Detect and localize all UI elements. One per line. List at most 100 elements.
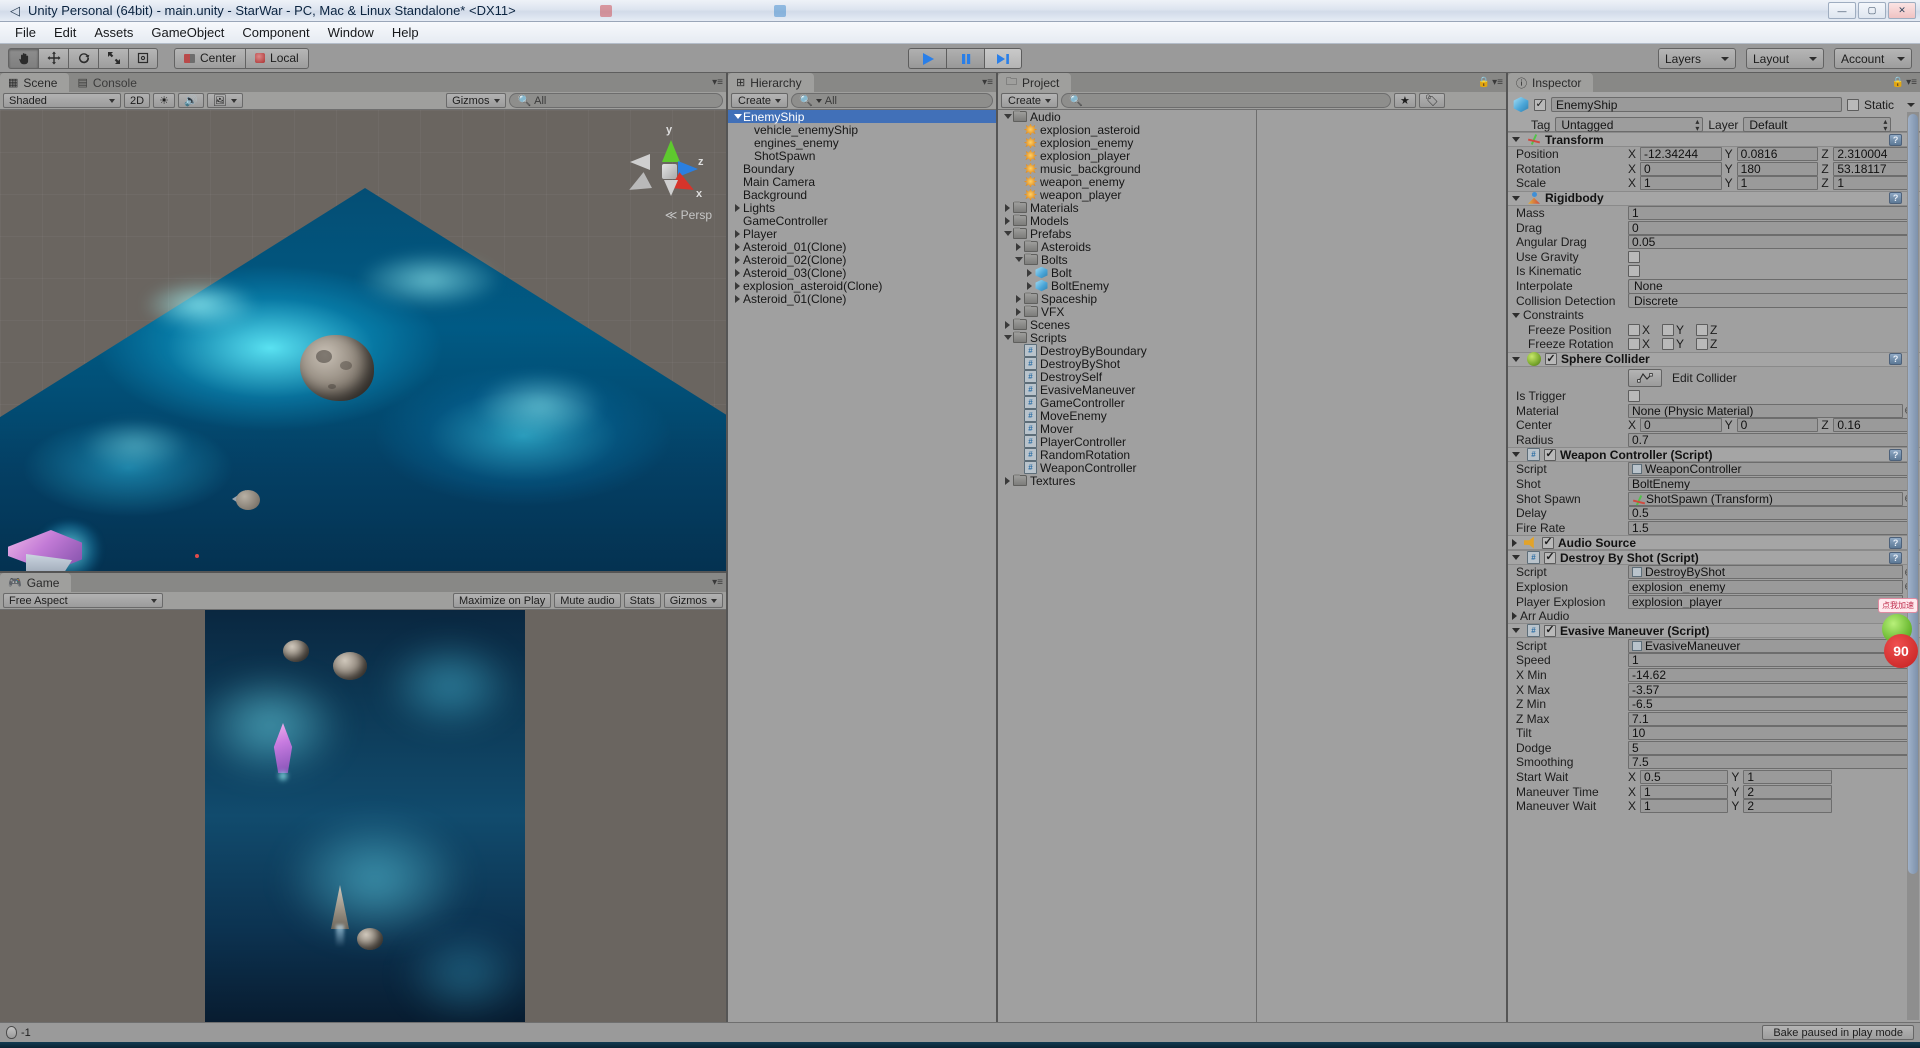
gizmo-neg-z-axis[interactable] (630, 154, 650, 170)
game-gizmos-dropdown[interactable]: Gizmos (663, 593, 723, 608)
use-gravity-checkbox[interactable] (1628, 250, 1640, 263)
freeze-position-y-checkbox[interactable] (1662, 323, 1675, 336)
project-item[interactable]: # DestroyByBoundary (998, 344, 1506, 358)
project-item[interactable]: # Mover (998, 422, 1506, 436)
edit-collider-button[interactable] (1628, 368, 1662, 387)
scene-small-asteroid[interactable] (236, 490, 260, 510)
project-item[interactable]: Spaceship (998, 292, 1506, 306)
collider-center-x-input[interactable]: 0 (1640, 418, 1722, 433)
bake-status-button[interactable]: Bake paused in play mode (1762, 1025, 1914, 1040)
collider-material-input[interactable]: None (Physic Material) (1628, 403, 1903, 418)
inspector-panel-menu-button[interactable]: 🔒 ▾≡ (1892, 77, 1917, 88)
stats-toggle[interactable]: Stats (623, 593, 661, 608)
hierarchy-item[interactable]: Asteroid_03(Clone) (728, 266, 996, 280)
collider-center-y-input[interactable]: 0 (1736, 418, 1819, 433)
collapse-arrow-icon[interactable] (1512, 195, 1520, 201)
project-item[interactable]: VFX (998, 305, 1506, 319)
expand-arrow-icon[interactable] (1002, 216, 1013, 225)
freeze-rotation-x-checkbox[interactable] (1628, 338, 1640, 351)
help-icon[interactable]: ? (1889, 551, 1903, 564)
chevron-down-icon[interactable] (1907, 102, 1915, 107)
expand-arrow-icon[interactable] (1512, 612, 1517, 621)
lock-icon[interactable]: 🔒 (1892, 77, 1904, 88)
scale-z-input[interactable]: 1 (1833, 176, 1916, 191)
em-maneuver-time-y-input[interactable]: 2 (1743, 784, 1832, 799)
window-controls[interactable]: — ▢ ✕ (1828, 2, 1916, 19)
rigidbody-constraints-row[interactable]: Constraints (1508, 308, 1920, 323)
weapon-shot-spawn-input[interactable]: ShotSpawn (Transform) (1628, 491, 1903, 506)
collision-detection-dropdown[interactable]: Discrete ▴▾ (1628, 293, 1915, 309)
collider-radius-input[interactable]: 0.7 (1628, 432, 1915, 447)
tab-scene[interactable]: ▦ Scene (0, 73, 70, 92)
project-item[interactable]: # WeaponController (998, 461, 1506, 475)
collapse-arrow-icon[interactable] (1002, 231, 1013, 236)
dbs-script-input[interactable]: DestroyByShot (1628, 565, 1903, 580)
tab-game[interactable]: 🎮 Game (0, 573, 72, 592)
hierarchy-item[interactable]: Asteroid_01(Clone) (728, 292, 996, 306)
help-icon[interactable]: ? (1889, 448, 1903, 461)
expand-arrow-icon[interactable] (1002, 203, 1013, 212)
step-button[interactable] (984, 48, 1022, 69)
mass-input[interactable]: 1 (1628, 206, 1915, 221)
hierarchy-search-input[interactable]: 🔍 All (791, 93, 993, 108)
em-dodge-input[interactable]: 5 (1628, 740, 1915, 755)
audio-source-component-header[interactable]: Audio Source ? ⚙ (1508, 535, 1920, 551)
em-maneuver-wait-y-input[interactable]: 2 (1743, 799, 1832, 814)
dbs-explosion-input[interactable]: explosion_enemy (1628, 579, 1903, 594)
scene-asteroid[interactable] (300, 335, 374, 401)
pivot-center-button[interactable]: Center (174, 47, 246, 69)
scene-lighting-toggle[interactable]: ☀ (153, 93, 175, 108)
gameobject-name-input[interactable]: EnemyShip (1551, 97, 1842, 112)
help-icon[interactable]: ? (1889, 192, 1903, 205)
freeze-position-z-checkbox[interactable] (1696, 323, 1709, 336)
scene-panel-menu-button[interactable]: ▾≡ (712, 77, 723, 88)
project-item[interactable]: weapon_enemy (998, 175, 1506, 189)
project-item[interactable]: Materials (998, 201, 1506, 215)
scene-fx-toggle[interactable]: 🖼 (206, 93, 243, 108)
hierarchy-item[interactable]: explosion_asteroid(Clone) (728, 279, 996, 293)
hierarchy-item[interactable]: Lights (728, 201, 996, 215)
project-item[interactable]: explosion_asteroid (998, 123, 1506, 137)
tab-hierarchy[interactable]: ⊞ Hierarchy (728, 73, 814, 92)
em-maneuver-time-x-input[interactable]: 1 (1640, 784, 1729, 799)
layout-dropdown[interactable]: Layout (1746, 48, 1824, 69)
rigidbody-component-header[interactable]: Rigidbody ? ⚙ (1508, 190, 1920, 206)
gameobject-active-checkbox[interactable] (1534, 98, 1546, 111)
hierarchy-item[interactable]: Asteroid_01(Clone) (728, 240, 996, 254)
angular-drag-input[interactable]: 0.05 (1628, 235, 1915, 250)
rotate-tool-button[interactable] (68, 47, 98, 69)
menu-gameobject[interactable]: GameObject (142, 23, 233, 42)
em-start-wait-y-input[interactable]: 1 (1743, 770, 1832, 785)
em-x-min-input[interactable]: -14.62 (1628, 667, 1915, 682)
position-y-input[interactable]: 0.0816 (1736, 147, 1819, 162)
em-script-input[interactable]: EvasiveManeuver (1628, 638, 1903, 653)
scene-2d-toggle[interactable]: 2D (124, 93, 151, 108)
project-item[interactable]: Textures (998, 474, 1506, 488)
project-item[interactable]: BoltEnemy (998, 279, 1506, 293)
menu-assets[interactable]: Assets (85, 23, 142, 42)
menu-window[interactable]: Window (319, 23, 383, 42)
scene-player-ship[interactable] (0, 514, 104, 571)
scene-viewport[interactable]: y z x ≪ Persp (0, 110, 726, 571)
scale-y-input[interactable]: 1 (1736, 176, 1819, 191)
close-button[interactable]: ✕ (1888, 2, 1916, 19)
is-kinematic-checkbox[interactable] (1628, 265, 1640, 278)
expand-arrow-icon[interactable] (732, 281, 743, 290)
project-item[interactable]: explosion_player (998, 149, 1506, 163)
tab-project[interactable]: 🗀 Project (998, 73, 1072, 92)
scale-tool-button[interactable] (98, 47, 128, 69)
inspector-scrollbar[interactable] (1907, 112, 1919, 1020)
menu-help[interactable]: Help (383, 23, 428, 42)
project-item[interactable]: # PlayerController (998, 435, 1506, 449)
project-search-input[interactable]: 🔍 (1061, 93, 1392, 108)
is-trigger-checkbox[interactable] (1628, 390, 1640, 403)
minimize-button[interactable]: — (1828, 2, 1856, 19)
project-item[interactable]: # MoveEnemy (998, 409, 1506, 423)
project-filter-label-button[interactable]: 🏷 (1418, 93, 1445, 108)
dbs-player-explosion-input[interactable]: explosion_player (1628, 594, 1903, 609)
shading-mode-dropdown[interactable]: Shaded (3, 93, 121, 108)
em-z-min-input[interactable]: -6.5 (1628, 697, 1915, 712)
collapse-arrow-icon[interactable] (1002, 114, 1013, 119)
gizmo-neg-y-axis[interactable] (664, 180, 678, 196)
project-item[interactable]: Bolt (998, 266, 1506, 280)
